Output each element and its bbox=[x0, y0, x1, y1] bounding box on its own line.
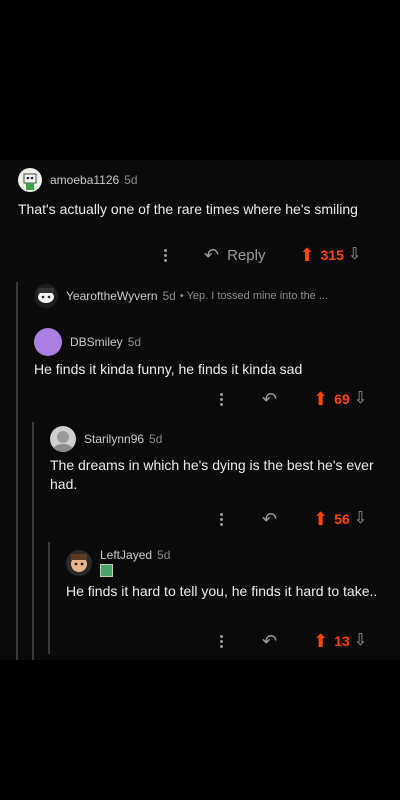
vote-score: 315 bbox=[320, 247, 344, 263]
comment-body: That's actually one of the rare times wh… bbox=[18, 201, 358, 217]
reply-arrow-icon[interactable]: ↶ bbox=[262, 390, 277, 408]
avatar[interactable] bbox=[34, 284, 58, 308]
more-options-icon[interactable] bbox=[158, 248, 172, 262]
timestamp: 5d bbox=[162, 289, 176, 303]
reply-arrow-icon: ↶ bbox=[204, 245, 220, 265]
username[interactable]: YearoftheWyvern bbox=[66, 289, 158, 303]
upvote-arrow-icon[interactable]: ⬆ bbox=[313, 390, 328, 408]
avatar[interactable] bbox=[50, 426, 76, 452]
more-options-icon[interactable] bbox=[214, 392, 228, 406]
snoo-avatar-icon bbox=[38, 288, 54, 303]
vote-score: 13 bbox=[334, 633, 350, 649]
avatar[interactable] bbox=[18, 168, 42, 192]
reply-arrow-icon[interactable]: ↶ bbox=[262, 510, 277, 528]
reply-button[interactable]: ↶ Reply bbox=[204, 246, 265, 264]
downvote-arrow-icon[interactable]: ⇩ bbox=[354, 633, 367, 649]
comment-thread: amoeba1126 5d That's actually one of the… bbox=[0, 160, 400, 660]
more-options-icon[interactable] bbox=[214, 634, 228, 648]
avatar[interactable] bbox=[34, 328, 62, 356]
more-options-icon[interactable] bbox=[214, 512, 228, 526]
thread-line bbox=[16, 282, 18, 660]
thread-line bbox=[32, 422, 34, 660]
flair-badge-icon bbox=[100, 564, 113, 577]
upvote-arrow-icon[interactable]: ⬆ bbox=[313, 510, 328, 528]
collapsed-preview: • Yep. I tossed mine into the ... bbox=[179, 290, 329, 302]
vote-score: 69 bbox=[334, 391, 350, 407]
top-black-area bbox=[0, 0, 400, 160]
snoo-avatar-icon bbox=[71, 553, 87, 572]
downvote-arrow-icon[interactable]: ⇩ bbox=[354, 511, 367, 527]
reply-label: Reply bbox=[227, 246, 266, 264]
comment-body: He finds it hard to tell you, he finds i… bbox=[66, 583, 378, 599]
reply-arrow-icon[interactable]: ↶ bbox=[262, 632, 277, 650]
username[interactable]: Starilynn96 bbox=[84, 432, 144, 446]
downvote-arrow-icon[interactable]: ⇩ bbox=[348, 247, 361, 263]
timestamp: 5d bbox=[127, 335, 142, 349]
username[interactable]: amoeba1126 bbox=[50, 173, 119, 187]
timestamp: 5d bbox=[124, 173, 138, 187]
avatar[interactable] bbox=[66, 549, 92, 576]
upvote-arrow-icon[interactable]: ⬆ bbox=[299, 246, 314, 264]
snoo-avatar-icon bbox=[23, 173, 37, 190]
timestamp: 5d bbox=[157, 548, 171, 562]
comment-body: He finds it kinda funny, he finds it kin… bbox=[34, 361, 303, 377]
profile-photo-icon bbox=[53, 431, 73, 452]
vote-score: 56 bbox=[334, 511, 350, 527]
upvote-arrow-icon[interactable]: ⬆ bbox=[313, 632, 328, 650]
downvote-arrow-icon[interactable]: ⇩ bbox=[354, 391, 367, 407]
username[interactable]: DBSmiley bbox=[70, 335, 123, 349]
username[interactable]: LeftJayed bbox=[100, 548, 152, 562]
thread-line bbox=[48, 542, 50, 654]
comment-body: The dreams in which he's dying is the be… bbox=[50, 457, 374, 492]
timestamp: 5d bbox=[149, 432, 163, 446]
